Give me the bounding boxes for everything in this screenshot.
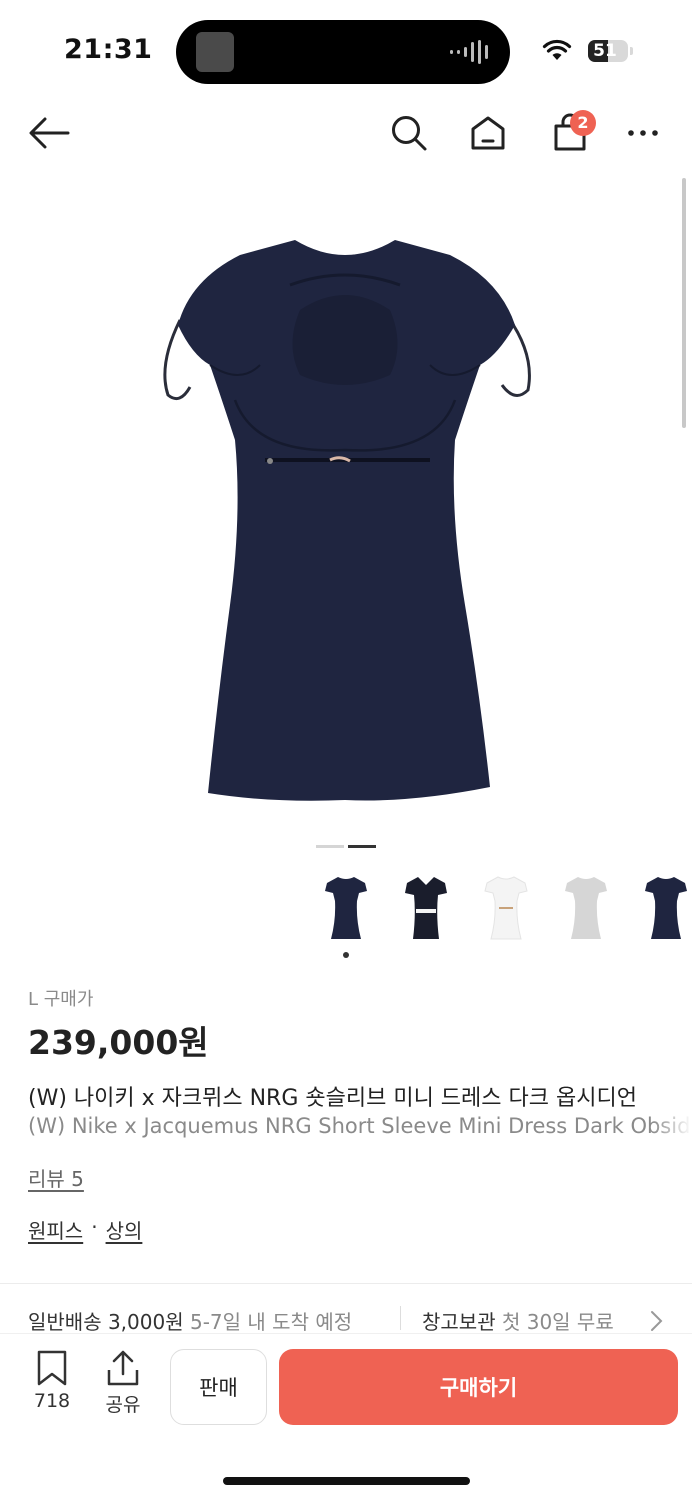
- dress-thumbnail-icon: [325, 877, 367, 939]
- search-icon: [392, 116, 427, 151]
- category-separator: ·: [91, 1215, 98, 1239]
- product-name-english: (W) Nike x Jacquemus NRG Short Sleeve Mi…: [28, 1114, 692, 1138]
- battery-cap: [630, 47, 633, 55]
- dress-thumbnail-icon: [645, 877, 687, 939]
- share-label: 공유: [105, 1394, 141, 1416]
- category-link-dress[interactable]: 원피스: [28, 1215, 83, 1244]
- section-divider: [0, 1283, 692, 1284]
- pager-dot: [316, 845, 344, 848]
- variant-thumbnails: [306, 868, 692, 958]
- back-button[interactable]: [26, 110, 72, 156]
- thumbnail-navy-mini-dress[interactable]: [306, 868, 386, 958]
- shipping-eta: 5-7일 내 도착 예정: [189, 1310, 353, 1334]
- text-fade-overlay: [652, 1076, 692, 1146]
- home-indicator: [223, 1477, 470, 1485]
- home-button[interactable]: [465, 110, 511, 156]
- audio-waveform-icon: [450, 40, 488, 64]
- buy-button[interactable]: 구매하기: [279, 1349, 678, 1425]
- battery-icon: 51: [588, 40, 628, 62]
- search-button[interactable]: [386, 110, 432, 156]
- dynamic-island: [176, 20, 510, 84]
- dress-thumbnail-icon: [405, 877, 447, 939]
- thumbnail-navy-mini-dress-2[interactable]: [626, 868, 692, 948]
- status-time: 21:31: [64, 34, 153, 65]
- now-playing-artwork: [196, 32, 234, 72]
- selected-dot: [343, 952, 349, 958]
- chevron-right-icon[interactable]: [648, 1310, 664, 1332]
- storage-note: 첫 30일 무료: [501, 1310, 614, 1334]
- dress-thumbnail-icon: [565, 877, 607, 939]
- share-button[interactable]: 공유: [93, 1350, 153, 1417]
- pager-dot-active: [348, 845, 376, 848]
- dress-thumbnail-icon: [484, 876, 528, 940]
- share-icon: [107, 1350, 139, 1386]
- wishlist-button[interactable]: 718: [22, 1350, 82, 1412]
- shipping-label: 일반배송 3,000원: [28, 1310, 184, 1334]
- wishlist-count: 718: [33, 1390, 71, 1412]
- thumbnail-navy-polo-dress[interactable]: [386, 868, 466, 948]
- product-image[interactable]: [150, 225, 540, 810]
- wifi-icon: [542, 39, 572, 60]
- review-link[interactable]: 리뷰 5: [28, 1163, 84, 1192]
- scroll-indicator[interactable]: [682, 178, 686, 428]
- shipping-info[interactable]: 일반배송 3,000원 5-7일 내 도착 예정: [28, 1306, 352, 1335]
- cart-button[interactable]: 2: [542, 110, 598, 156]
- battery-percent: 51: [593, 41, 617, 61]
- more-icon: [628, 130, 658, 136]
- category-breadcrumb: 원피스 · 상의: [28, 1215, 142, 1244]
- storage-info[interactable]: 창고보관 첫 30일 무료: [422, 1306, 614, 1335]
- shipping-separator: [400, 1306, 401, 1330]
- thumbnail-grey-mini-dress[interactable]: [546, 868, 626, 948]
- category-link-top[interactable]: 상의: [106, 1215, 143, 1244]
- home-icon: [471, 116, 505, 150]
- storage-label: 창고보관: [422, 1310, 496, 1334]
- bookmark-icon: [37, 1350, 67, 1386]
- cart-count-badge: 2: [570, 110, 596, 136]
- sell-button[interactable]: 판매: [170, 1349, 267, 1425]
- arrow-left-icon: [29, 117, 70, 149]
- thumbnail-white-mini-dress[interactable]: [466, 868, 546, 948]
- size-price-label: L 구매가: [28, 989, 94, 1010]
- product-name-korean: (W) 나이키 x 자크뮈스 NRG 숏슬리브 미니 드레스 다크 옵시디언: [28, 1086, 637, 1111]
- image-pager: [316, 845, 376, 848]
- more-button[interactable]: [620, 110, 666, 156]
- product-price: 239,000원: [28, 1023, 209, 1062]
